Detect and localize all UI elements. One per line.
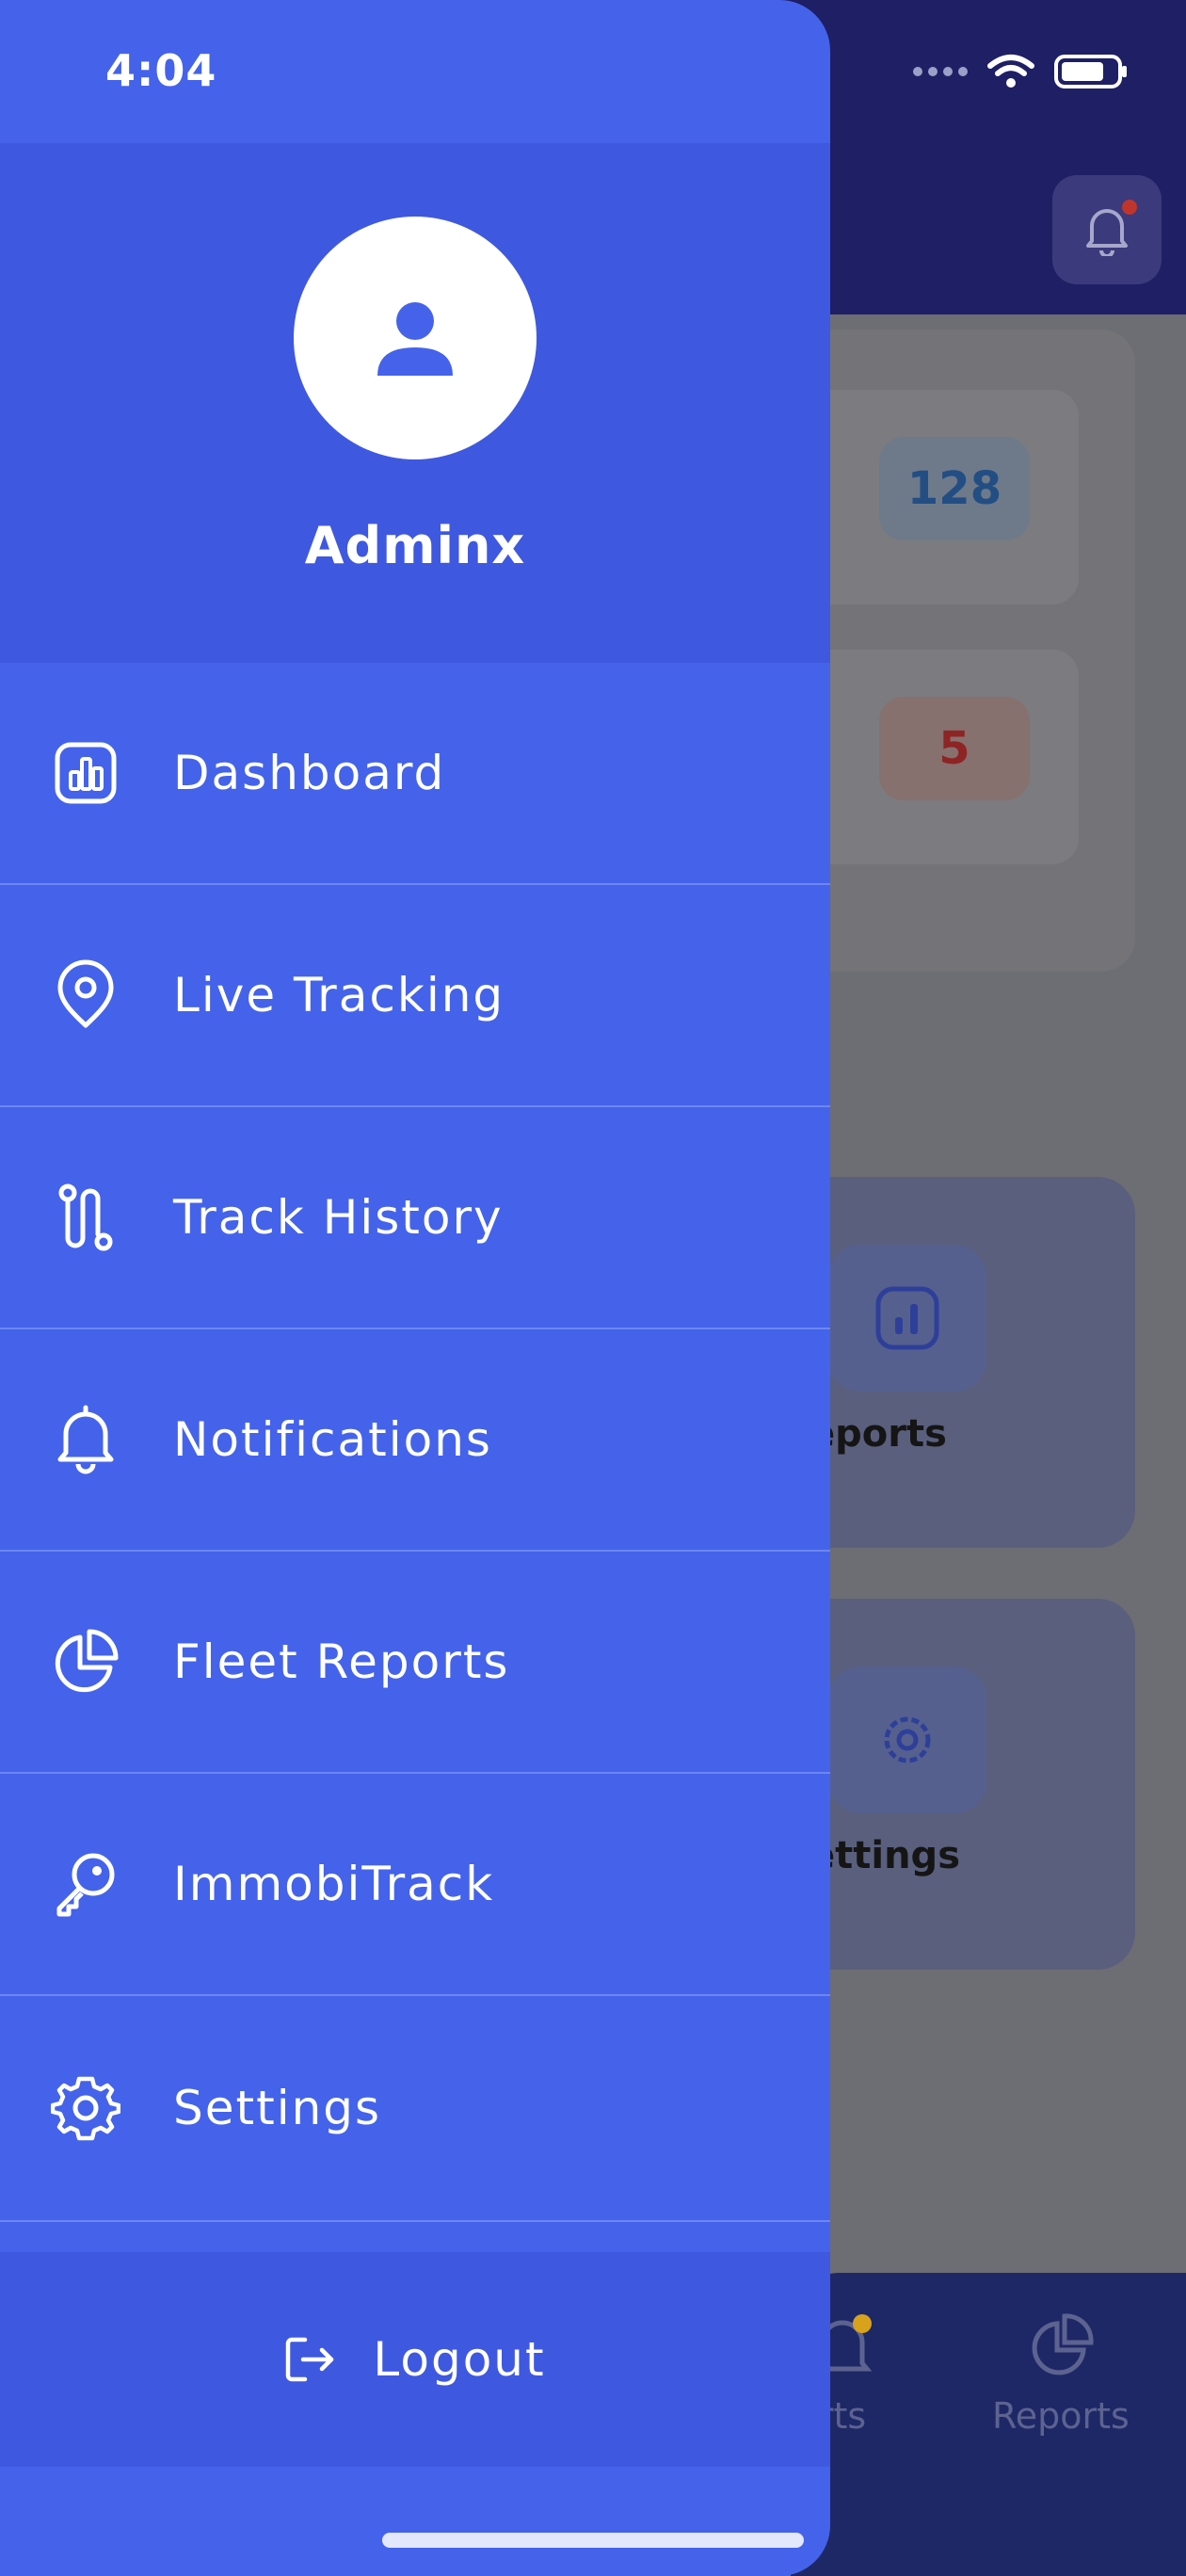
drawer-menu: Dashboard Live Tracking Track History No…	[0, 663, 830, 2222]
wifi-icon	[987, 55, 1034, 88]
stat-badge: 128	[879, 437, 1030, 540]
bottom-tab-bar: rts Reports	[791, 2273, 1186, 2576]
menu-item-live-tracking[interactable]: Live Tracking	[0, 885, 830, 1107]
stat-card-total: 128	[791, 390, 1079, 604]
menu-item-track-history[interactable]: Track History	[0, 1107, 830, 1329]
status-icons	[913, 53, 1130, 90]
logout-button[interactable]: Logout	[284, 2332, 545, 2387]
menu-item-settings[interactable]: Settings	[0, 1996, 830, 2222]
status-time: 4:04	[105, 45, 217, 96]
menu-label: Track History	[173, 1190, 504, 1245]
logout-label: Logout	[373, 2332, 546, 2387]
pie-chart-icon	[43, 1619, 128, 1704]
route-icon	[43, 1175, 128, 1260]
tab-reports: Reports	[992, 2310, 1130, 2437]
menu-item-dashboard[interactable]: Dashboard	[0, 663, 830, 885]
reports-tile: eports	[791, 1177, 1135, 1548]
user-icon	[377, 302, 453, 376]
notification-dot	[1122, 200, 1137, 215]
pie-chart-icon	[1032, 2313, 1094, 2375]
menu-label: Fleet Reports	[173, 1634, 510, 1689]
menu-item-notifications[interactable]: Notifications	[0, 1329, 830, 1552]
avatar[interactable]	[294, 217, 537, 459]
logout-icon	[286, 2337, 334, 2382]
battery-icon	[1054, 55, 1127, 89]
menu-label: Notifications	[173, 1412, 492, 1467]
menu-item-fleet-reports[interactable]: Fleet Reports	[0, 1552, 830, 1774]
signal-icon	[913, 67, 968, 76]
menu-label: ImmobiTrack	[173, 1857, 495, 1911]
menu-label: Settings	[173, 2081, 382, 2135]
settings-tile: ettings	[791, 1599, 1135, 1970]
menu-label: Dashboard	[173, 746, 446, 800]
user-name: Adminx	[304, 516, 526, 575]
tab-label: Reports	[992, 2395, 1130, 2437]
stat-card-alerts: 5	[791, 650, 1079, 864]
gear-icon	[828, 1666, 986, 1813]
home-indicator	[382, 2533, 804, 2548]
bar-chart-icon	[828, 1245, 986, 1392]
stat-badge: 5	[879, 697, 1030, 800]
header-notification-button	[1052, 175, 1162, 284]
navigation-drawer: 4:04 Adminx Dashboard Live Tracking Trac…	[0, 0, 830, 2576]
menu-item-immobitrack[interactable]: ImmobiTrack	[0, 1774, 830, 1996]
logout-section: Logout	[0, 2252, 830, 2467]
location-pin-icon	[43, 953, 128, 1038]
profile-header: Adminx	[0, 143, 830, 663]
bell-icon	[43, 1397, 128, 1482]
dashboard-icon	[43, 731, 128, 815]
gear-icon	[43, 2066, 128, 2150]
key-icon	[43, 1842, 128, 1926]
menu-label: Live Tracking	[173, 968, 505, 1022]
tile-label: ettings	[809, 1834, 960, 1877]
